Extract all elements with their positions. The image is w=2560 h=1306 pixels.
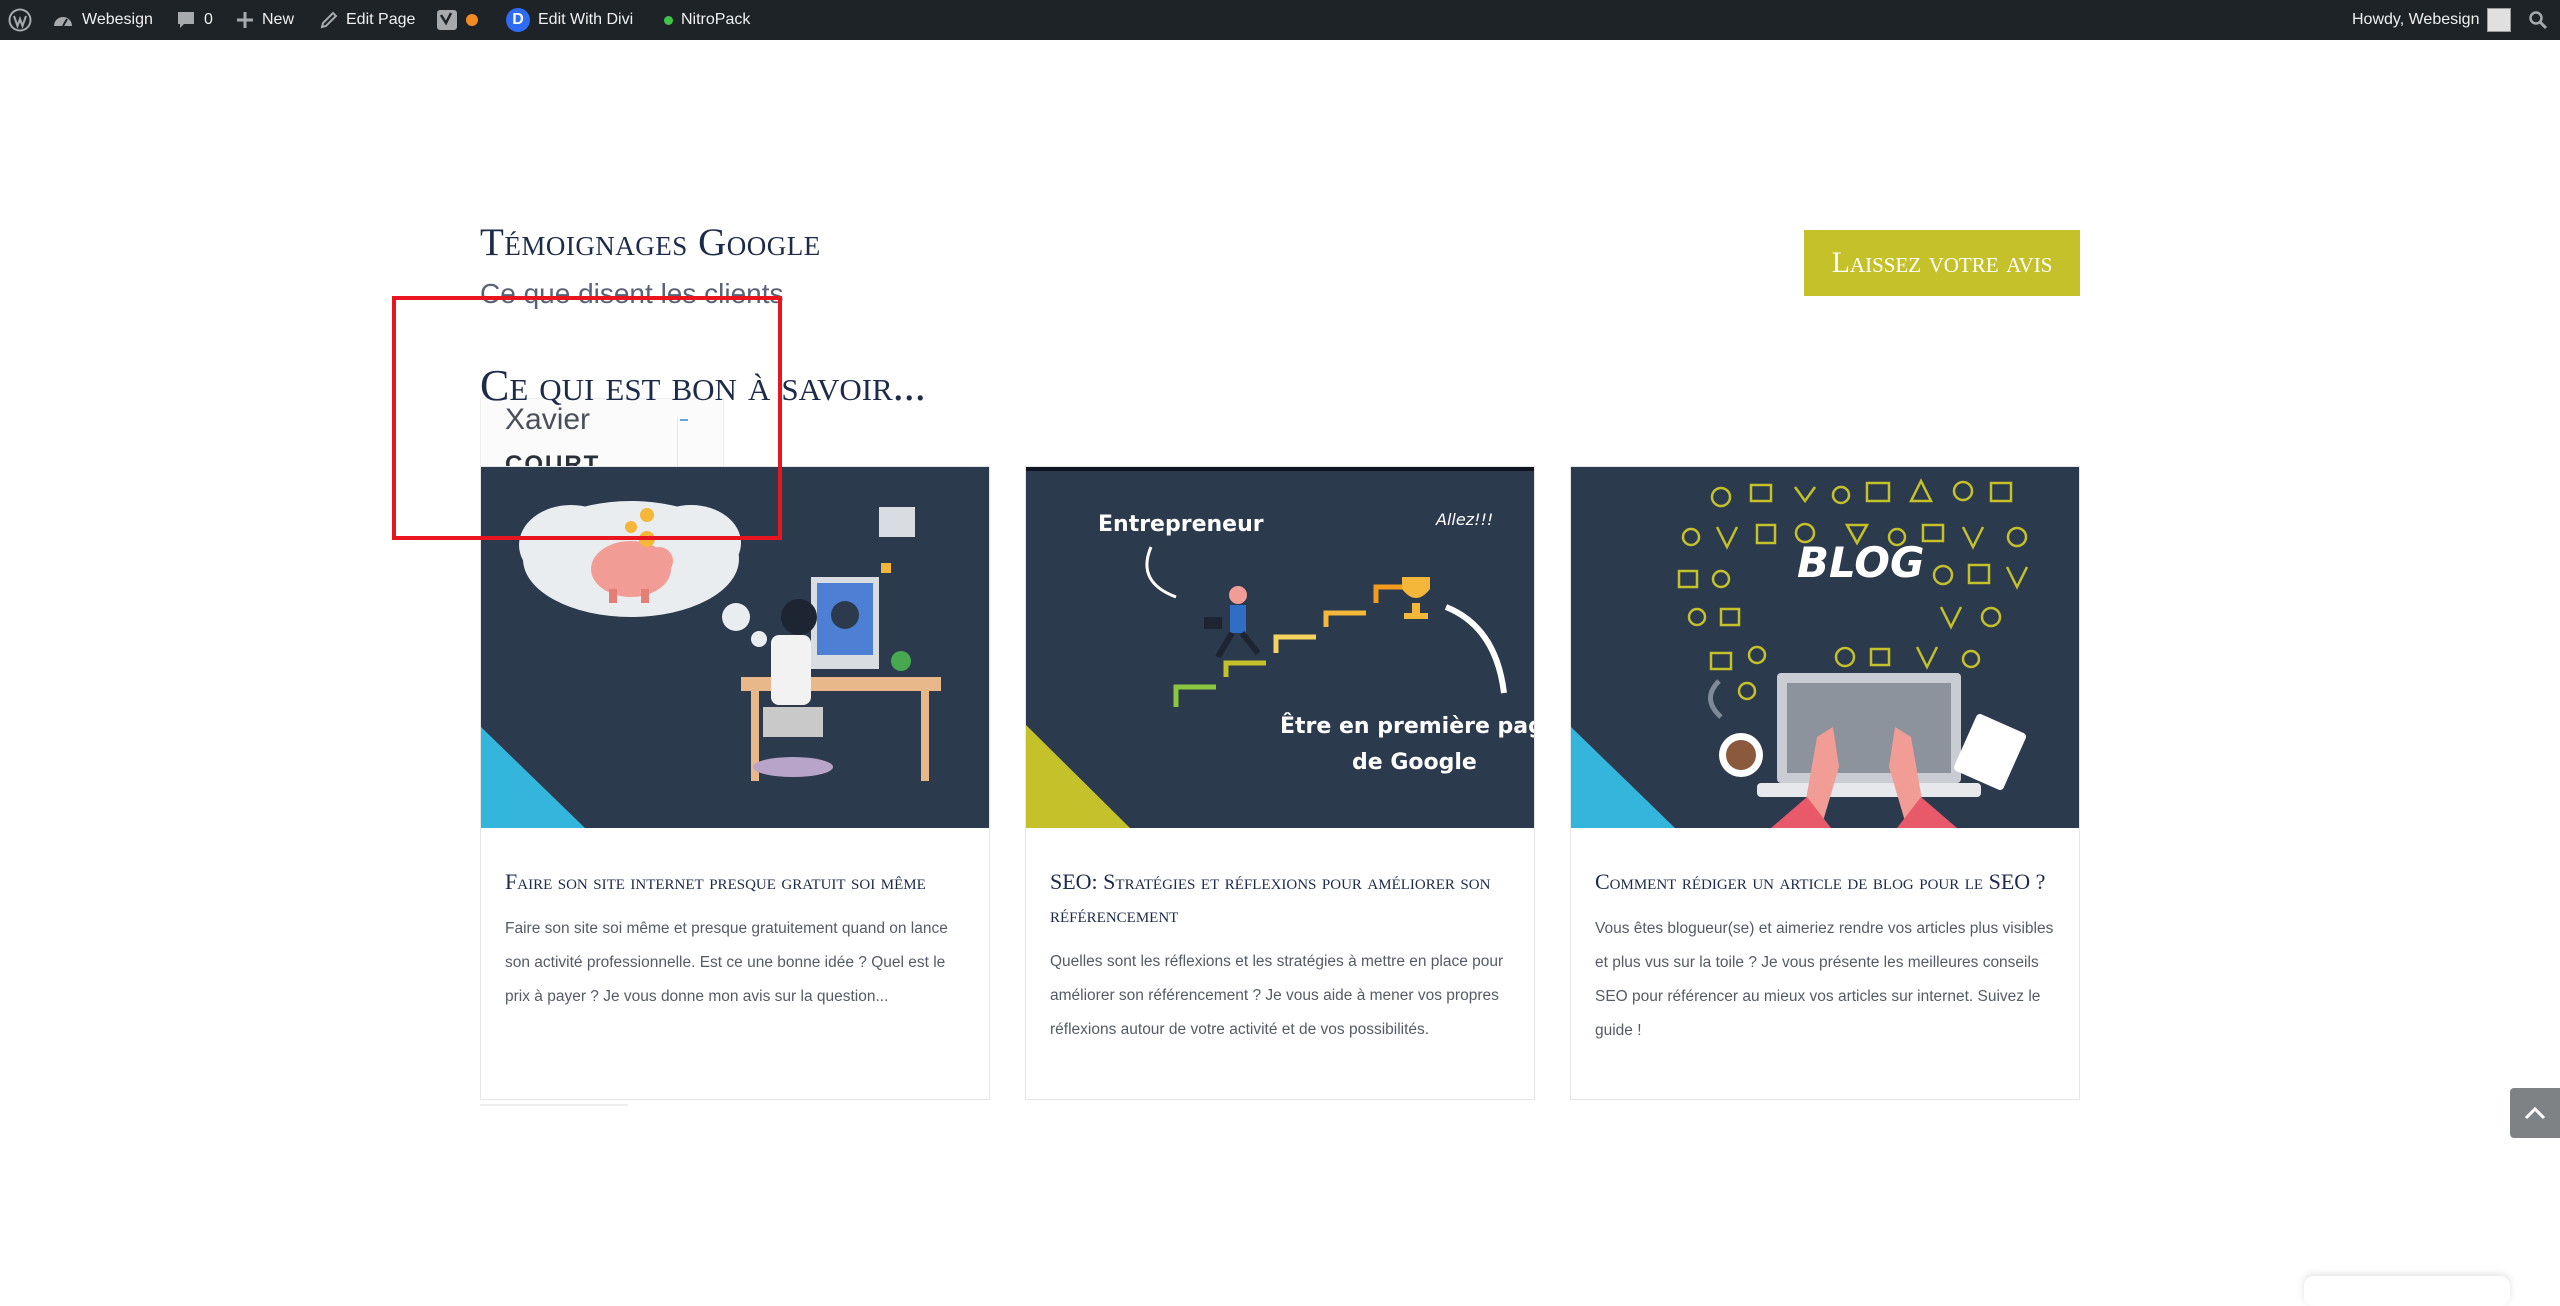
- site-name-menu[interactable]: Webesign: [52, 0, 153, 40]
- blog-card-2-excerpt: Quelles sont les réflexions et les strat…: [1050, 953, 1504, 1038]
- comments-menu[interactable]: 0: [176, 0, 213, 40]
- leave-review-button[interactable]: Laissez votre avis: [1804, 230, 2080, 296]
- wordpress-logo-icon[interactable]: [8, 0, 32, 40]
- blog-card-3-image[interactable]: BLOG: [1571, 467, 2079, 828]
- card-shadow-fragment: [480, 1104, 628, 1106]
- blog-card-1-body: Faire son site internet presque gratuit …: [505, 865, 967, 1014]
- edit-page-label: Edit Page: [346, 11, 416, 28]
- blog-card-2[interactable]: Entrepreneur Allez!!! Être en première p…: [1025, 466, 1535, 1100]
- plus-icon: [237, 12, 253, 28]
- howdy-label: Howdy, Webesign: [2352, 11, 2480, 28]
- comment-bubble-icon: [178, 12, 194, 28]
- chevron-up-icon: [2524, 1106, 2546, 1120]
- blog-card-2-image[interactable]: Entrepreneur Allez!!! Être en première p…: [1026, 467, 1534, 828]
- blog-card-1-title[interactable]: Faire son site internet presque gratuit …: [505, 865, 967, 898]
- image-text-de-google: de Google: [1352, 750, 1477, 775]
- scroll-to-top-button[interactable]: [2510, 1088, 2560, 1138]
- yoast-seo-menu[interactable]: [436, 0, 478, 40]
- seo-score-dot: [466, 14, 478, 26]
- highlight-box: [392, 296, 782, 540]
- search-icon[interactable]: [2528, 0, 2548, 40]
- avatar: [2487, 8, 2512, 32]
- new-content-menu[interactable]: New: [236, 0, 294, 40]
- yoast-icon: [437, 10, 457, 30]
- edit-with-divi-link[interactable]: D Edit With Divi: [506, 0, 633, 40]
- image-text-entrepreneur: Entrepreneur: [1098, 512, 1264, 537]
- blog-card-3-excerpt: Vous êtes blogueur(se) et aimeriez rendr…: [1595, 920, 2054, 1039]
- blog-card-2-body: SEO: Stratégies et réflexions pour améli…: [1050, 865, 1512, 1047]
- image-text-first-page: Être en première page: [1280, 713, 1534, 739]
- edit-with-divi-label: Edit With Divi: [538, 11, 634, 28]
- blog-card-1[interactable]: Faire son site internet presque gratuit …: [480, 466, 990, 1100]
- blog-card-3-body: Comment rédiger un article de blog pour …: [1595, 865, 2057, 1048]
- dashboard-icon: [54, 17, 72, 27]
- image-text-allez: Allez!!!: [1435, 510, 1493, 529]
- blog-card-1-excerpt: Faire son site soi même et presque gratu…: [505, 920, 948, 1005]
- new-label: New: [262, 11, 295, 28]
- blog-card-2-title[interactable]: SEO: Stratégies et réflexions pour améli…: [1050, 865, 1512, 931]
- image-text-blog: BLOG: [1797, 538, 1924, 587]
- blog-card-3[interactable]: BLOG Comment rédiger un article de blog …: [1570, 466, 2080, 1100]
- my-account-menu[interactable]: Howdy, Webesign: [2352, 0, 2512, 40]
- blog-card-3-title[interactable]: Comment rédiger un article de blog pour …: [1595, 865, 2057, 898]
- chat-widget-tab[interactable]: [2304, 1276, 2510, 1306]
- pencil-icon: [320, 11, 338, 29]
- edit-page-link[interactable]: Edit Page: [320, 0, 415, 40]
- status-dot-icon: [664, 15, 673, 25]
- divi-logo-icon: D: [506, 8, 530, 32]
- site-name-label: Webesign: [82, 11, 153, 28]
- comments-count: 0: [204, 11, 213, 28]
- admin-bar: Webesign 0 New Edit Page D Edit With Div…: [0, 0, 2560, 40]
- nitropack-menu[interactable]: NitroPack: [664, 0, 750, 40]
- testimonials-title: Témoignages Google: [480, 221, 821, 264]
- nitropack-label: NitroPack: [681, 11, 751, 28]
